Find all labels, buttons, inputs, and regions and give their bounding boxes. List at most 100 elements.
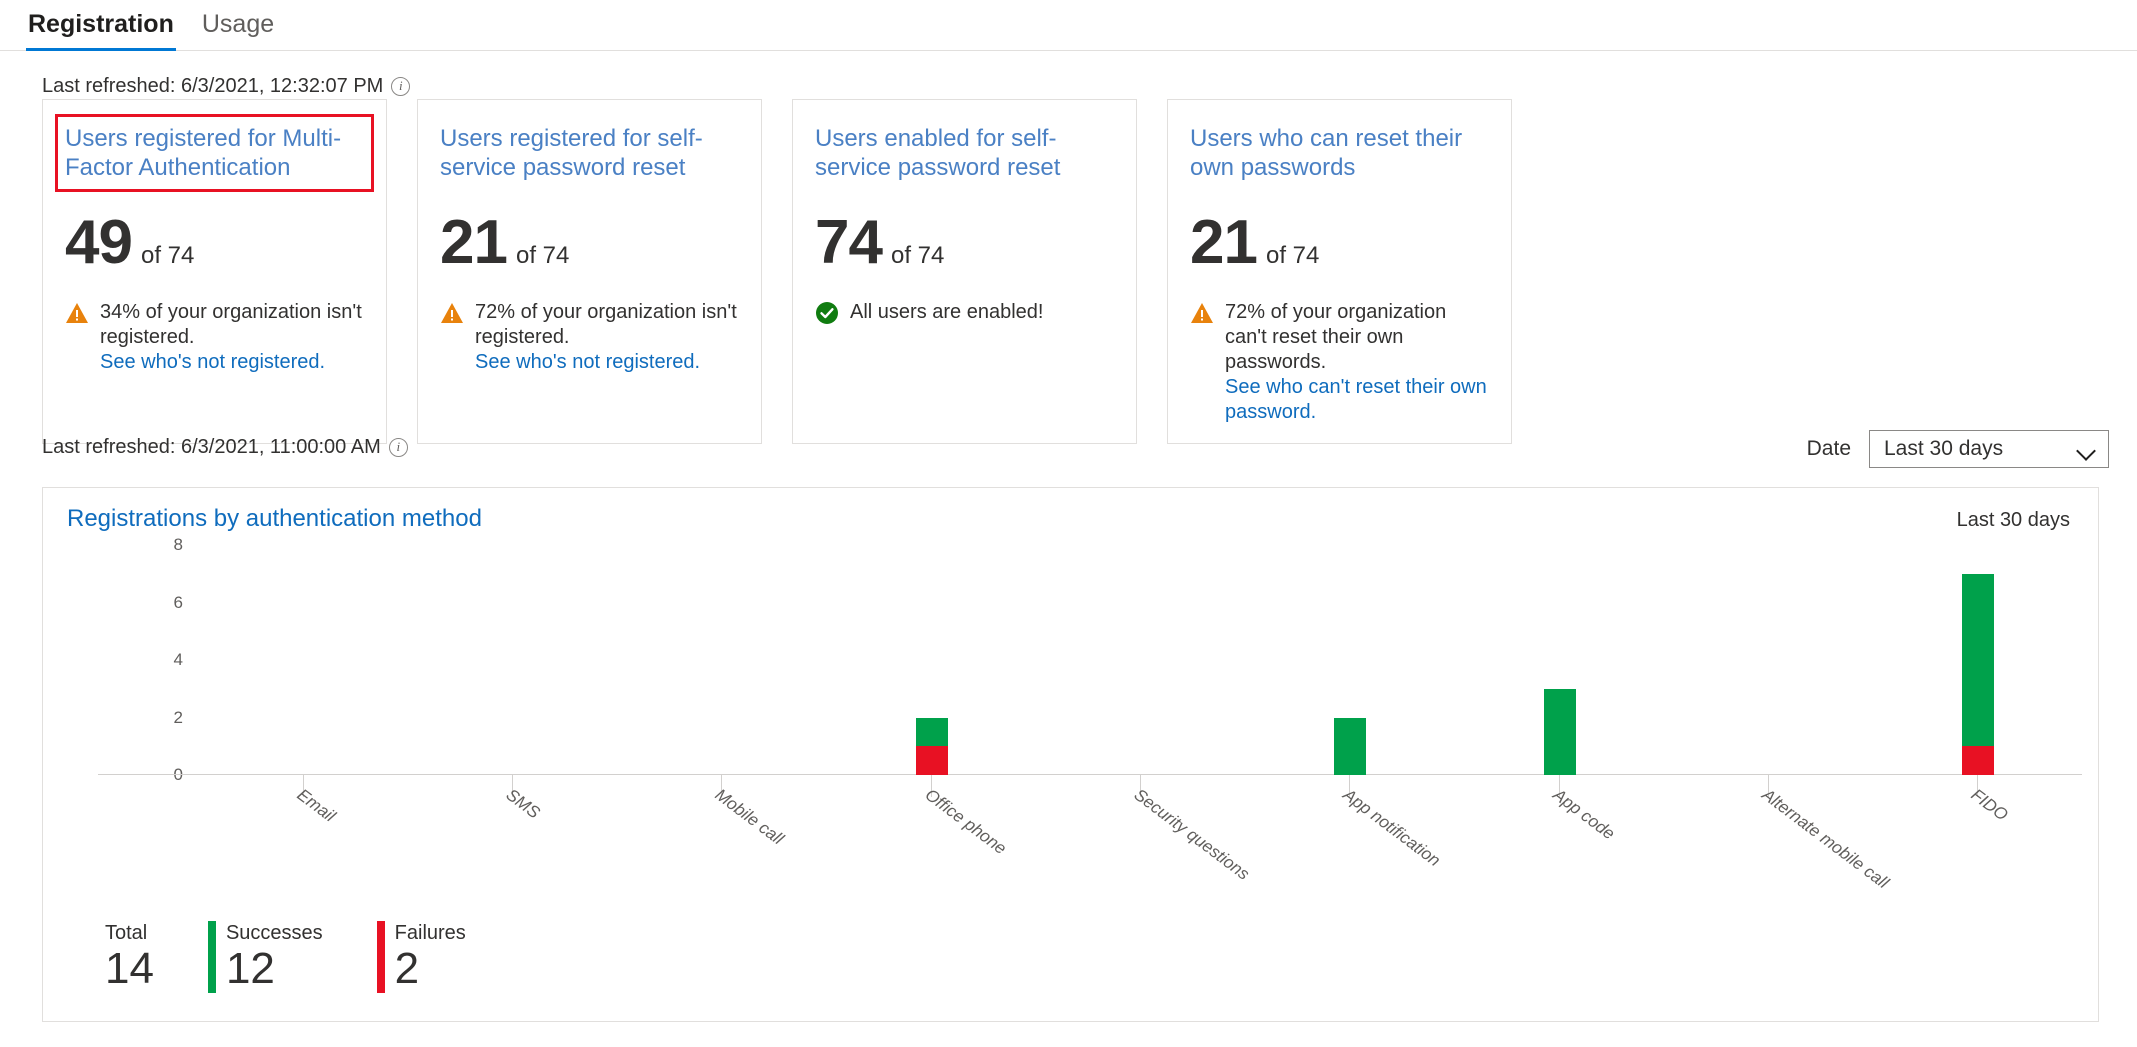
bar-segment-successes xyxy=(1334,717,1367,775)
card-note-message: 72% of your organization can't reset the… xyxy=(1225,301,1447,373)
card-note-link[interactable]: See who can't reset their own password. xyxy=(1225,375,1489,425)
card-note: All users are enabled! xyxy=(815,300,1114,325)
card-sspr-registered[interactable]: Users registered for self-service passwo… xyxy=(417,99,762,444)
card-of: of 74 xyxy=(890,242,945,269)
bar-segment-failures xyxy=(1962,746,1995,775)
card-of: of 74 xyxy=(140,242,195,269)
x-axis-label: Mobile call xyxy=(711,785,788,849)
x-axis-label: App code xyxy=(1549,785,1619,844)
summary-cards: Users registered for Multi-Factor Authen… xyxy=(42,99,1512,444)
y-axis-tick: 0 xyxy=(43,765,183,785)
card-note-text: All users are enabled! xyxy=(850,300,1043,325)
chart-bar[interactable] xyxy=(1334,717,1367,775)
last-refreshed-top: Last refreshed: 6/3/2021, 12:32:07 PM xyxy=(42,74,411,98)
y-axis-tick: 6 xyxy=(173,592,183,612)
card-sspr-enabled[interactable]: Users enabled for self-service password … xyxy=(792,99,1137,444)
chart-range-label: Last 30 days xyxy=(1956,509,2070,531)
warning-icon xyxy=(1190,302,1214,324)
legend-total-value: 2 xyxy=(394,944,420,993)
warning-icon xyxy=(65,302,89,324)
card-mfa-registered[interactable]: Users registered for Multi-Factor Authen… xyxy=(42,99,387,444)
card-metric: 21 of 74 xyxy=(440,212,739,274)
x-axis-label: App notification xyxy=(1339,785,1445,871)
card-note-message: 72% of your organization isn't registere… xyxy=(475,301,737,348)
date-range-select[interactable]: Last 30 days xyxy=(1869,430,2109,468)
x-axis-label: Office phone xyxy=(921,785,1010,859)
chevron-down-icon xyxy=(2078,444,2096,455)
chart-bar[interactable] xyxy=(1962,573,1995,775)
card-metric: 21 of 74 xyxy=(1190,212,1489,274)
last-refreshed-chart: Last refreshed: 6/3/2021, 11:00:00 AM xyxy=(42,435,408,459)
x-axis-label: Email xyxy=(293,785,339,826)
card-note-text: 72% of your organization can't reset the… xyxy=(1225,300,1489,425)
card-note-link[interactable]: See who's not registered. xyxy=(100,350,364,375)
legend-total-value: 12 xyxy=(225,944,275,993)
card-title[interactable]: Users registered for Multi-Factor Authen… xyxy=(55,114,374,192)
tab-usage-label: Usage xyxy=(201,10,275,38)
chart-bar[interactable] xyxy=(915,717,948,775)
x-axis-label: Security questions xyxy=(1130,785,1253,884)
legend-total-value: 14 xyxy=(105,944,154,993)
card-note-message: 34% of your organization isn't registere… xyxy=(100,301,362,348)
legend-total-label: Successes xyxy=(225,922,323,944)
last-refreshed-chart-text: Last refreshed: 6/3/2021, 11:00:00 AM xyxy=(42,436,381,458)
card-of: of 74 xyxy=(515,242,570,269)
card-title[interactable]: Users who can reset their own passwords xyxy=(1190,124,1489,182)
bar-segment-successes xyxy=(1962,573,1995,747)
card-value: 74 xyxy=(815,208,883,277)
chart-bar[interactable] xyxy=(1543,688,1576,775)
last-refreshed-top-text: Last refreshed: 6/3/2021, 12:32:07 PM xyxy=(42,75,384,97)
legend-total-item: Total 14 xyxy=(105,921,154,993)
success-check-icon xyxy=(815,301,839,325)
card-title[interactable]: Users registered for self-service passwo… xyxy=(440,124,739,182)
registration-dashboard: Registration Usage Last refreshed: 6/3/2… xyxy=(0,0,2137,1047)
card-value: 49 xyxy=(65,208,133,277)
tab-usage[interactable]: Usage xyxy=(188,0,288,51)
info-icon[interactable] xyxy=(391,76,411,96)
legend-total-item: Successes 12 xyxy=(207,921,323,993)
card-of: of 74 xyxy=(1265,242,1320,269)
plot-area: Email SMS Mobile call Office phone Security … xyxy=(198,545,2082,892)
date-range-value: Last 30 days xyxy=(1884,437,2004,460)
legend-total-text: Successes 12 xyxy=(226,921,323,993)
bar-segment-successes xyxy=(915,717,948,747)
bar-segment-failures xyxy=(915,746,948,775)
card-metric: 74 of 74 xyxy=(815,212,1114,274)
warning-icon xyxy=(440,302,464,324)
card-note: 34% of your organization isn't registere… xyxy=(65,300,364,375)
card-value: 21 xyxy=(1190,208,1258,277)
card-metric: 49 of 74 xyxy=(65,212,364,274)
y-axis-tick: 4 xyxy=(173,650,183,669)
legend-total-label: Failures xyxy=(394,922,466,944)
info-icon[interactable] xyxy=(388,437,408,457)
chart-header: Registrations by authentication method L… xyxy=(43,488,2098,533)
card-value: 21 xyxy=(440,208,508,277)
legend-color-swatch xyxy=(376,921,385,993)
tab-registration-label: Registration xyxy=(28,10,174,38)
legend-total-item: Failures 2 xyxy=(376,921,466,993)
card-note-message: All users are enabled! xyxy=(850,301,1044,323)
chart-panel: Registrations by authentication method L… xyxy=(42,487,2099,1022)
legend-total-text: Total 14 xyxy=(105,921,154,993)
bar-chart: 0 2 4 6 8 Email SMS Mobile call Office phone Sec… xyxy=(43,535,2098,892)
card-note: 72% of your organization isn't registere… xyxy=(440,300,739,375)
legend-total-label: Total xyxy=(105,922,148,944)
y-axis-tick: 8 xyxy=(173,535,183,554)
card-note: 72% of your organization can't reset the… xyxy=(1190,300,1489,425)
tab-bar: Registration Usage xyxy=(0,0,2137,51)
card-can-reset-password[interactable]: Users who can reset their own passwords … xyxy=(1167,99,1512,444)
legend-total-text: Failures 2 xyxy=(395,921,466,993)
x-axis-label: FIDO xyxy=(1967,785,2012,825)
card-note-text: 34% of your organization isn't registere… xyxy=(100,300,364,375)
card-note-link[interactable]: See who's not registered. xyxy=(475,350,739,375)
x-axis-label: Alternate mobile call xyxy=(1758,785,1893,893)
card-note-text: 72% of your organization isn't registere… xyxy=(475,300,739,375)
chart-title[interactable]: Registrations by authentication method xyxy=(67,505,482,533)
legend-color-swatch xyxy=(207,921,216,993)
card-title[interactable]: Users enabled for self-service password … xyxy=(815,124,1114,182)
tab-registration[interactable]: Registration xyxy=(14,0,188,51)
bar-segment-successes xyxy=(1543,688,1576,775)
date-filter-label: Date xyxy=(1806,437,1851,460)
chart-legend-totals: Total 14 Successes 12 Failures 2 xyxy=(105,921,466,993)
x-axis-label: SMS xyxy=(502,785,544,823)
